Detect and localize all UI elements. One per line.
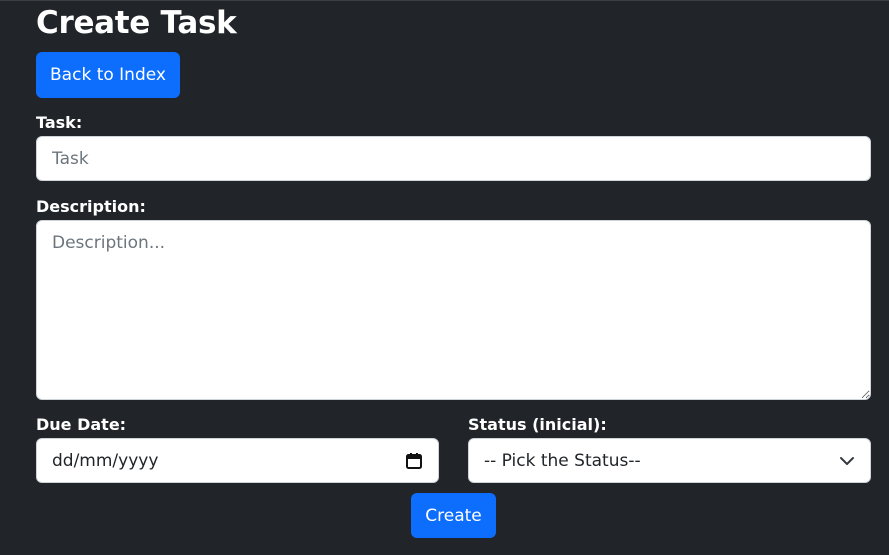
page-title: Create Task (36, 5, 237, 41)
calendar-icon[interactable] (405, 452, 423, 470)
create-task-page: Create Task Back to Index Task: Descript… (0, 0, 889, 555)
status-select[interactable]: -- Pick the Status-- (468, 438, 871, 483)
due-date-input[interactable]: dd/mm/yyyy (36, 438, 439, 483)
description-label: Description: (36, 197, 146, 216)
create-button[interactable]: Create (411, 493, 496, 538)
status-selected-value: -- Pick the Status-- (484, 450, 641, 471)
due-date-value: dd/mm/yyyy (52, 450, 159, 471)
back-to-index-button[interactable]: Back to Index (36, 52, 180, 98)
status-label: Status (inicial): (468, 415, 607, 434)
description-textarea[interactable] (36, 220, 871, 400)
task-input[interactable] (36, 136, 871, 181)
task-label: Task: (36, 113, 83, 132)
due-date-label: Due Date: (36, 415, 127, 434)
chevron-down-icon (839, 453, 855, 469)
